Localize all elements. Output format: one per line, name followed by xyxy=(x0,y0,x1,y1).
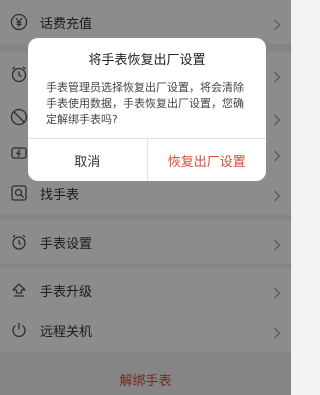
factory-reset-dialog: 将手表恢复出厂设置 手表管理员选择恢复出厂设置，将会清除手表使用数据，手表恢复出… xyxy=(28,38,266,181)
watch-settings-page: 话费充值 找手表 手表设置 手表升级 远程关机 解绑手表 将手表恢复出厂设置 手… xyxy=(0,0,291,395)
dialog-message: 手表管理员选择恢复出厂设置，将会清除手表使用数据，手表恢复出厂设置，您确定解绑手… xyxy=(46,81,244,126)
factory-reset-button[interactable]: 恢复出厂设置 xyxy=(147,139,266,181)
dialog-title: 将手表恢复出厂设置 xyxy=(88,53,206,68)
dialog-buttons: 取消 恢复出厂设置 xyxy=(28,138,266,181)
cancel-button[interactable]: 取消 xyxy=(28,139,148,181)
